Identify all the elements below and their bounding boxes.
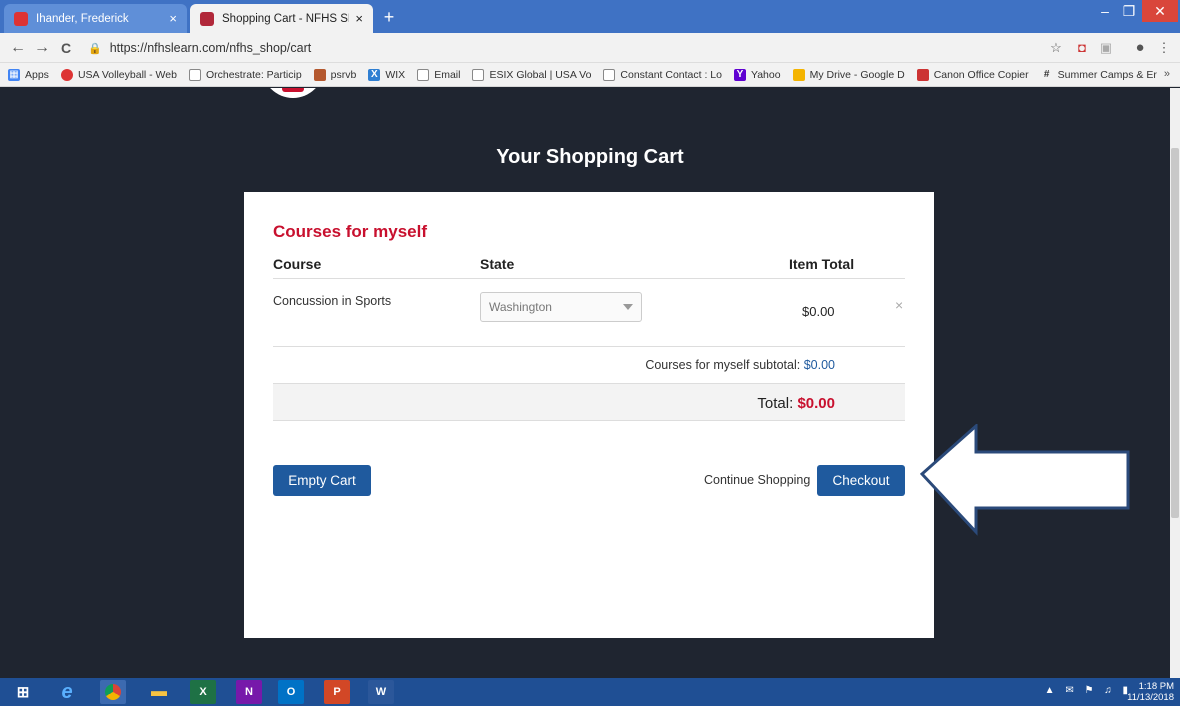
continue-shopping-link[interactable]: Continue Shopping xyxy=(704,473,810,487)
nfhs-favicon-icon xyxy=(200,11,214,26)
empty-cart-button[interactable]: Empty Cart xyxy=(273,465,371,496)
page-scrollbar[interactable] xyxy=(1170,88,1180,678)
extension-icon[interactable]: ▣ xyxy=(1098,40,1114,56)
profile-icon[interactable]: ● xyxy=(1132,40,1148,56)
state-select[interactable]: Washington xyxy=(480,292,642,322)
clock-time: 1:18 PM xyxy=(1138,681,1174,692)
browser-toolbar: ← → C 🔒 https://nfhslearn.com/nfhs_shop/… xyxy=(0,33,1180,63)
bookmark-psrvb[interactable]: psrvb xyxy=(313,68,356,81)
total-label: Total: xyxy=(757,395,794,412)
subtotal: Courses for myself subtotal: $0.00 xyxy=(645,358,835,372)
excel-icon[interactable]: X xyxy=(190,680,216,704)
bookmark-google-drive[interactable]: My Drive - Google D xyxy=(792,68,905,81)
column-header-item-total: Item Total xyxy=(789,256,855,272)
page-content: Your Shopping Cart Courses for myself Co… xyxy=(0,88,1170,678)
volleyball-icon xyxy=(60,68,73,81)
tab-shopping-cart[interactable]: Shopping Cart - NFHS SHOP × xyxy=(190,4,373,33)
lock-icon: 🔒 xyxy=(88,42,102,55)
extension-shield-icon[interactable]: ◘ xyxy=(1074,40,1090,56)
page-icon xyxy=(472,68,485,81)
psrvb-icon xyxy=(313,68,326,81)
scrollbar-thumb[interactable] xyxy=(1171,148,1179,518)
forward-button[interactable]: → xyxy=(32,38,52,58)
yahoo-icon: Y xyxy=(733,68,746,81)
clock-date: 11/13/2018 xyxy=(1127,692,1174,703)
word-icon[interactable]: W xyxy=(368,680,394,704)
total-value: $0.00 xyxy=(797,395,835,412)
checkout-button[interactable]: Checkout xyxy=(817,465,905,496)
page-icon xyxy=(188,68,201,81)
new-tab-button[interactable]: + xyxy=(378,7,400,27)
column-header-state: State xyxy=(480,256,515,272)
file-explorer-icon[interactable]: ▬ xyxy=(146,680,172,704)
cart-card: Courses for myself Course State Item Tot… xyxy=(244,192,934,638)
tab-ihander[interactable]: Ihander, Frederick × xyxy=(4,4,187,33)
apps-grid-icon: ▦ xyxy=(8,68,20,81)
windows-taskbar: ⊞ e ▬ X N O P W ▲ ✉ ⚑ ♫ ▮ 1:18 PM 11/13/… xyxy=(0,678,1180,706)
bookmark-usa-volleyball[interactable]: USA Volleyball - Web xyxy=(60,68,177,81)
bookmarks-bar: ▦ Apps USA Volleyball - Web Orchestrate: … xyxy=(0,63,1180,87)
menu-kebab-icon[interactable]: ⋮ xyxy=(1156,40,1172,56)
page-icon xyxy=(417,68,430,81)
bookmark-esix[interactable]: ESIX Global | USA Vo xyxy=(472,68,591,81)
cart-item-price: $0.00 xyxy=(802,304,835,319)
bookmark-canon[interactable]: Canon Office Copier xyxy=(916,68,1029,81)
bookmark-yahoo[interactable]: Y Yahoo xyxy=(733,68,781,81)
internet-explorer-icon[interactable]: e xyxy=(54,680,80,704)
tab-title: Shopping Cart - NFHS SHOP xyxy=(222,12,349,25)
onenote-icon[interactable]: N xyxy=(236,680,262,704)
subtotal-label: Courses for myself subtotal: xyxy=(645,358,801,372)
taskbar-clock[interactable]: 1:18 PM 11/13/2018 xyxy=(1127,681,1174,703)
bookmark-summer-camps[interactable]: # Summer Camps & Er xyxy=(1041,69,1157,81)
subtotal-value: $0.00 xyxy=(803,358,835,372)
header-divider xyxy=(273,278,905,279)
profile-favicon-icon xyxy=(14,11,28,26)
minimize-button[interactable]: – xyxy=(1094,0,1116,22)
state-select-value: Washington xyxy=(489,300,552,314)
window-close-button[interactable]: ✕ xyxy=(1142,0,1178,22)
address-bar[interactable]: 🔒 https://nfhslearn.com/nfhs_shop/cart xyxy=(88,37,1048,59)
page-icon xyxy=(603,68,616,81)
tab-close-icon[interactable]: × xyxy=(169,11,177,26)
bookmark-constant-contact[interactable]: Constant Contact : Lo xyxy=(603,68,722,81)
row-divider xyxy=(273,346,905,347)
remove-item-button[interactable]: × xyxy=(895,297,903,313)
bookmark-orchestrate[interactable]: Orchestrate: Particip xyxy=(188,68,302,81)
tab-strip: Ihander, Frederick × Shopping Cart - NFH… xyxy=(0,0,1180,33)
cart-item-course: Concussion in Sports xyxy=(273,294,392,308)
back-button[interactable]: ← xyxy=(8,38,28,58)
hashtag-icon: # xyxy=(1043,68,1050,80)
google-drive-icon xyxy=(792,68,805,81)
bookmark-star-icon[interactable]: ☆ xyxy=(1048,40,1064,56)
section-title: Courses for myself xyxy=(273,222,427,241)
bookmark-email[interactable]: Email xyxy=(417,68,460,81)
url-text: https://nfhslearn.com/nfhs_shop/cart xyxy=(109,41,312,55)
tab-close-icon[interactable]: × xyxy=(355,11,363,26)
powerpoint-icon[interactable]: P xyxy=(324,680,350,704)
bookmarks-overflow-button[interactable]: » xyxy=(1164,68,1170,80)
maximize-button[interactable]: ❐ xyxy=(1118,0,1140,22)
total: Total: $0.00 xyxy=(757,395,835,412)
chrome-icon[interactable] xyxy=(100,680,126,704)
page-title: Your Shopping Cart xyxy=(496,146,684,168)
annotation-arrow-left-icon xyxy=(920,424,1130,536)
column-header-course: Course xyxy=(273,256,322,272)
wix-icon: X xyxy=(368,68,381,81)
nfhs-logo[interactable] xyxy=(262,88,324,98)
canon-icon xyxy=(916,68,929,81)
reload-button[interactable]: C xyxy=(56,38,76,58)
outlook-icon[interactable]: O xyxy=(278,680,304,704)
windows-start-icon[interactable]: ⊞ xyxy=(10,680,36,704)
chevron-down-icon xyxy=(623,304,633,310)
bookmark-wix[interactable]: X WIX xyxy=(368,68,405,81)
system-tray-icons[interactable]: ▲ ✉ ⚑ ♫ ▮ xyxy=(1045,685,1132,696)
bookmark-apps[interactable]: ▦ Apps xyxy=(8,68,49,81)
tab-title: Ihander, Frederick xyxy=(36,12,129,25)
